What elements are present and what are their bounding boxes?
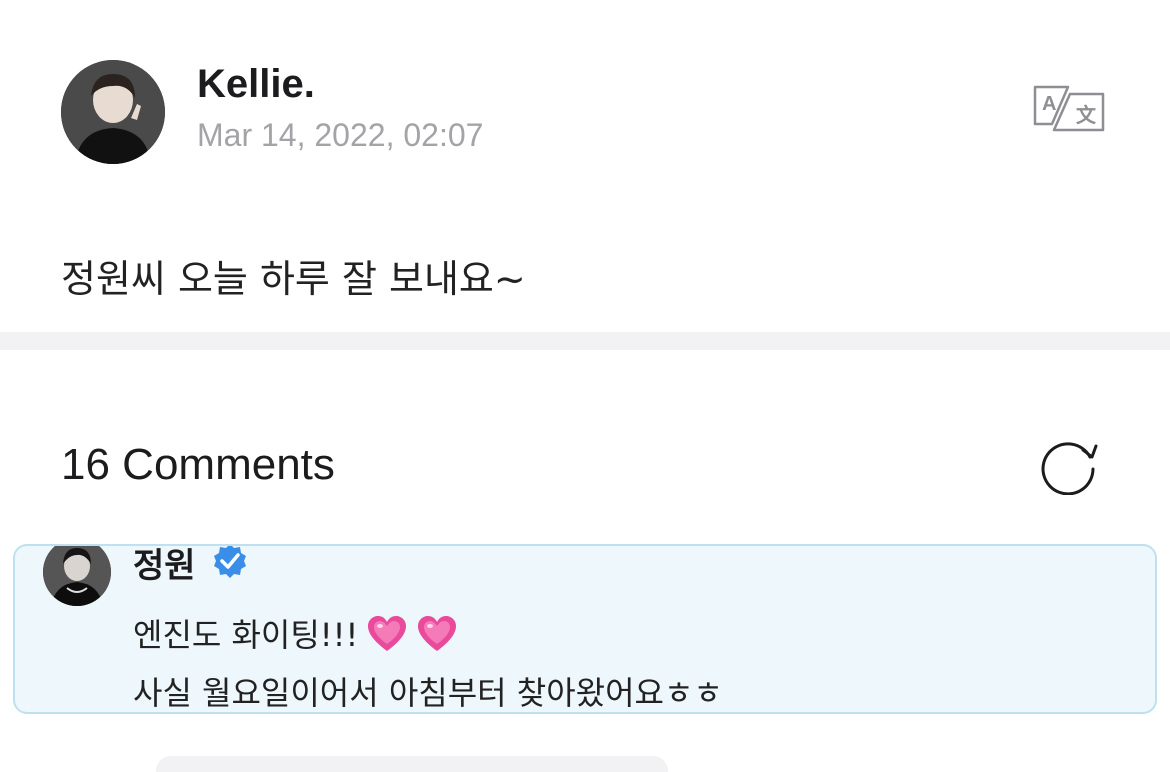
section-divider (0, 332, 1170, 350)
comment-author-avatar[interactable] (43, 546, 111, 606)
post-author-name[interactable]: Kellie. (197, 62, 315, 107)
comment-author-name[interactable]: 정원 (133, 546, 196, 587)
growing-heart-icon (418, 616, 457, 651)
svg-text:A: A (1042, 93, 1056, 115)
translate-icon: A 文 (1033, 85, 1105, 132)
translate-button[interactable]: A 文 (1032, 82, 1106, 134)
svg-text:文: 文 (1076, 103, 1097, 127)
comment-text-line: 엔진도 화이팅!!! (133, 610, 458, 656)
comment-text: 엔진도 화이팅!!! (133, 616, 359, 654)
author-avatar[interactable] (61, 60, 165, 164)
next-comment-stub (156, 756, 668, 772)
verified-badge-icon (214, 546, 246, 578)
profile-photo-icon (43, 546, 111, 606)
post-detail-screen: Kellie. Mar 14, 2022, 02:07 A 文 정원씨 오늘 하… (0, 0, 1170, 772)
post-body-text: 정원씨 오늘 하루 잘 보내요~ (61, 257, 526, 301)
refresh-comments-button[interactable] (1038, 437, 1100, 496)
profile-photo-icon (61, 60, 165, 164)
comments-count-title: 16 Comments (61, 440, 335, 489)
post-timestamp: Mar 14, 2022, 02:07 (197, 117, 484, 153)
refresh-icon (1041, 442, 1098, 496)
comment-item-highlighted[interactable]: 정원 엔진도 화이팅!!! 사실 월요일이어서 아침부터 찾아왔어요ㅎㅎ (13, 544, 1157, 714)
growing-heart-icon (368, 616, 407, 651)
comment-text: 사실 월요일이어서 아침부터 찾아왔어요ㅎㅎ (133, 674, 723, 712)
